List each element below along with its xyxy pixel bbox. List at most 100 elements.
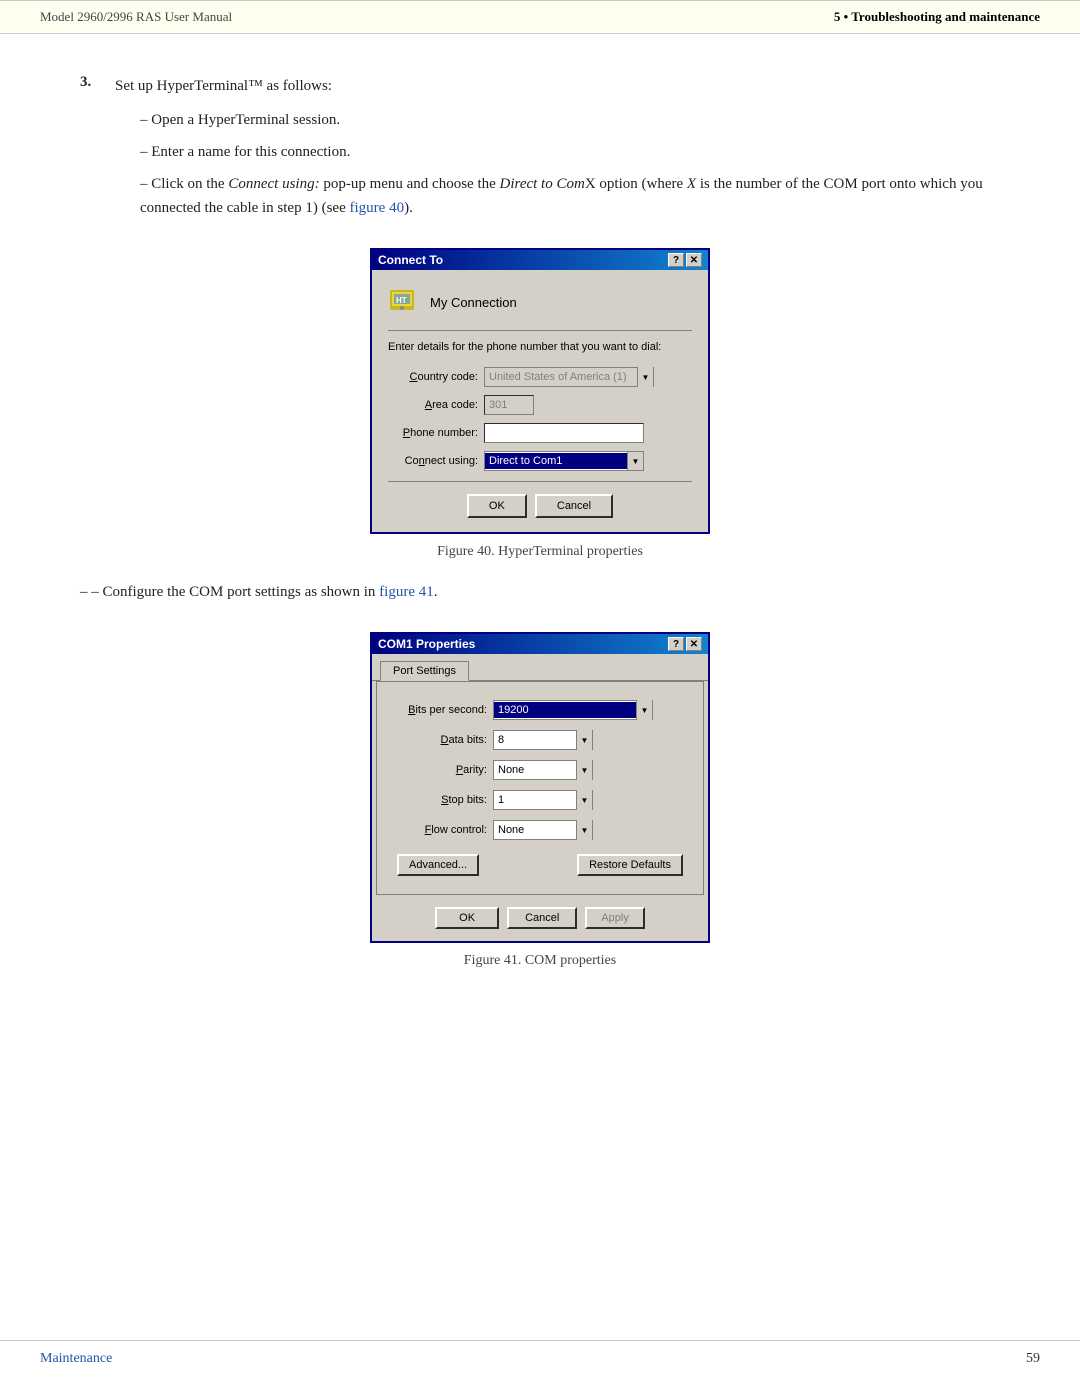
figure40-link[interactable]: figure 40	[350, 200, 405, 216]
area-code-input[interactable]	[484, 395, 534, 415]
sub-item-click-connect-middle: pop-up menu and choose the	[320, 176, 500, 192]
dialog-description: Enter details for the phone number that …	[388, 341, 692, 353]
flow-control-select[interactable]: None ▼	[493, 820, 593, 840]
bits-per-second-label: Bits per second:	[397, 704, 487, 716]
sub-item-click-connect-before: Click on the	[151, 176, 228, 192]
country-dropdown-arrow[interactable]: ▼	[637, 367, 653, 387]
connect-to-body: HT My Connection Enter details for the p…	[372, 270, 708, 532]
figure40-container: Connect To ? ✕ HT	[80, 248, 1000, 560]
port-settings-tab[interactable]: Port Settings	[380, 661, 469, 681]
titlebar-buttons: ? ✕	[668, 253, 702, 267]
sub-items-list: Open a HyperTerminal session. Enter a na…	[140, 108, 1000, 220]
svg-text:HT: HT	[396, 296, 407, 305]
com1-titlebar-title-area: COM1 Properties	[378, 637, 475, 651]
com1-help-button[interactable]: ?	[668, 637, 684, 651]
restore-defaults-button[interactable]: Restore Defaults	[577, 854, 683, 876]
dialog-ok-button[interactable]: OK	[467, 494, 527, 518]
flow-control-row: Flow control: None ▼	[397, 820, 683, 840]
connect-using-row: Connect using: Direct to Com1 ▼	[388, 451, 692, 471]
flow-control-label: Flow control:	[397, 824, 487, 836]
com1-extra-buttons-row: Advanced... Restore Defaults	[397, 854, 683, 876]
com1-title-text: COM1 Properties	[378, 637, 475, 651]
stop-bits-value: 1	[494, 792, 576, 808]
flow-control-value: None	[494, 822, 576, 838]
footer-section-label: Maintenance	[40, 1351, 112, 1367]
step-3-line: 3. Set up HyperTerminal™ as follows:	[80, 74, 1000, 98]
flow-control-arrow[interactable]: ▼	[576, 820, 592, 840]
bits-per-second-select[interactable]: 19200 ▼	[493, 700, 653, 720]
country-code-row: Country code: United States of America (…	[388, 367, 692, 387]
bits-per-second-value: 19200	[494, 702, 636, 718]
connection-icon-row: HT My Connection	[388, 286, 692, 318]
titlebar-title-area: Connect To	[378, 253, 443, 267]
configure-com-line: – Configure the COM port settings as sho…	[80, 580, 1000, 604]
sub-item-enter-name-text: Enter a name for this connection.	[151, 144, 350, 160]
dialog-close-button[interactable]: ✕	[686, 253, 702, 267]
advanced-button[interactable]: Advanced...	[397, 854, 479, 876]
dialog-help-button[interactable]: ?	[668, 253, 684, 267]
com1-close-button[interactable]: ✕	[686, 637, 702, 651]
connection-icon: HT	[388, 286, 420, 318]
main-content: 3. Set up HyperTerminal™ as follows: Ope…	[0, 34, 1080, 1049]
page-number: 59	[1026, 1351, 1040, 1367]
connection-name-label: My Connection	[430, 295, 517, 310]
phone-number-input[interactable]	[484, 423, 644, 443]
parity-select[interactable]: None ▼	[493, 760, 593, 780]
figure40-caption: Figure 40. HyperTerminal properties	[80, 544, 1000, 560]
figure41-link[interactable]: figure 41	[379, 584, 434, 600]
phone-number-row: Phone number:	[388, 423, 692, 443]
com1-button-row: OK Cancel Apply	[372, 899, 708, 941]
area-code-row: Area code:	[388, 395, 692, 415]
connect-to-titlebar: Connect To ? ✕	[372, 250, 708, 270]
com1-titlebar: COM1 Properties ? ✕	[372, 634, 708, 654]
direct-to-com-italic: Direct to Com	[500, 176, 585, 192]
figure41-container: COM1 Properties ? ✕ Port Settings Bits p…	[80, 632, 1000, 969]
stop-bits-arrow[interactable]: ▼	[576, 790, 592, 810]
parity-label: Parity:	[397, 764, 487, 776]
com1-tab-bar: Port Settings	[372, 654, 708, 681]
connect-using-select[interactable]: Direct to Com1 ▼	[484, 451, 644, 471]
stop-bits-label: Stop bits:	[397, 794, 487, 806]
com1-titlebar-buttons: ? ✕	[668, 637, 702, 651]
parity-row: Parity: None ▼	[397, 760, 683, 780]
sub-item-click-connect: Click on the Connect using: pop-up menu …	[140, 172, 1000, 220]
sub-item-open-session-text: Open a HyperTerminal session.	[151, 112, 340, 128]
header-bar: Model 2960/2996 RAS User Manual 5 • Trou…	[0, 0, 1080, 34]
parity-value: None	[494, 762, 576, 778]
com1-ok-button[interactable]: OK	[435, 907, 499, 929]
step-text: Set up HyperTerminal™ as follows:	[115, 74, 332, 98]
bits-per-second-arrow[interactable]: ▼	[636, 700, 652, 720]
dialog-button-row: OK Cancel	[388, 494, 692, 518]
data-bits-label: Data bits:	[397, 734, 487, 746]
country-code-field: United States of America (1) ▼	[484, 367, 654, 387]
parity-arrow[interactable]: ▼	[576, 760, 592, 780]
dialog-divider-top	[388, 330, 692, 331]
header-left-text: Model 2960/2996 RAS User Manual	[40, 9, 232, 25]
header-right-text: 5 • Troubleshooting and maintenance	[834, 9, 1040, 25]
connect-to-dialog: Connect To ? ✕ HT	[370, 248, 710, 534]
data-bits-select[interactable]: 8 ▼	[493, 730, 593, 750]
com1-body: Bits per second: 19200 ▼ Data bits: 8 ▼	[376, 681, 704, 895]
configure-after: .	[434, 584, 438, 600]
connect-using-italic: Connect using:	[228, 176, 319, 192]
connect-to-title-text: Connect To	[378, 253, 443, 267]
dialog-divider-bottom	[388, 481, 692, 482]
data-bits-row: Data bits: 8 ▼	[397, 730, 683, 750]
bits-per-second-row: Bits per second: 19200 ▼	[397, 700, 683, 720]
step-number: 3.	[80, 74, 110, 98]
sub-item-enter-name: Enter a name for this connection.	[140, 140, 1000, 164]
area-code-label: Area code:	[388, 399, 478, 411]
connect-using-arrow[interactable]: ▼	[627, 452, 643, 470]
country-code-label: Country code:	[388, 371, 478, 383]
com1-apply-button[interactable]: Apply	[585, 907, 645, 929]
data-bits-arrow[interactable]: ▼	[576, 730, 592, 750]
data-bits-value: 8	[494, 732, 576, 748]
configure-before: – Configure the COM port settings as sho…	[91, 584, 379, 600]
figure41-caption: Figure 41. COM properties	[80, 953, 1000, 969]
com1-cancel-button[interactable]: Cancel	[507, 907, 577, 929]
sub-item-open-session: Open a HyperTerminal session.	[140, 108, 1000, 132]
connect-using-label: Connect using:	[388, 455, 478, 467]
page-footer: Maintenance 59	[0, 1340, 1080, 1367]
stop-bits-select[interactable]: 1 ▼	[493, 790, 593, 810]
dialog-cancel-button[interactable]: Cancel	[535, 494, 613, 518]
